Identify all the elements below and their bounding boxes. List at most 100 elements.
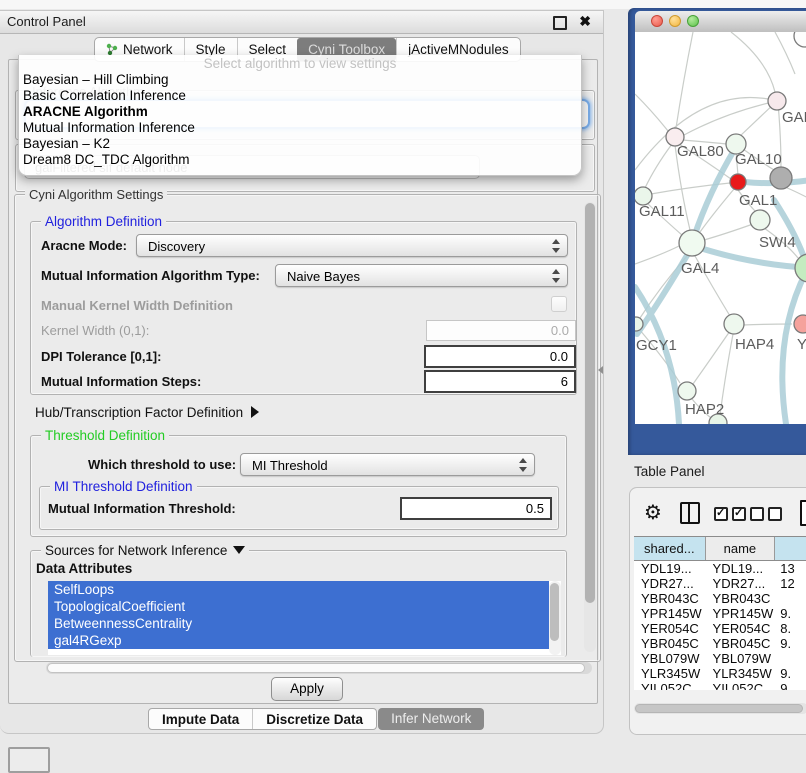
list-item[interactable]: SelfLoops <box>48 581 549 598</box>
select-all-columns-icon[interactable] <box>714 507 746 521</box>
node-label: HAP4 <box>735 336 774 353</box>
panel-divider-arrow[interactable] <box>598 366 603 374</box>
dpi-tolerance-label: DPI Tolerance [0,1]: <box>41 349 161 364</box>
manual-kernel-checkbox[interactable] <box>551 296 567 312</box>
cell-shared: YIL052C <box>634 681 706 690</box>
table-row[interactable]: YDL19...YDL19...13 <box>634 561 806 576</box>
dropdown-item-selected[interactable]: ARACNE Algorithm <box>23 104 577 120</box>
mi-steps-field[interactable]: 6 <box>424 370 576 393</box>
table-row[interactable]: YIL052CYIL052C9 <box>634 681 806 690</box>
column-header-shared-name[interactable]: shared... <box>634 537 706 560</box>
table-row[interactable]: YPR145WYPR145W9. <box>634 606 806 621</box>
hub-definition-label: Hub/Transcription Factor Definition <box>35 405 243 420</box>
float-window-icon[interactable] <box>553 16 567 30</box>
bottom-tab-group: Impute Data Discretize Data <box>148 708 377 730</box>
table-row[interactable]: YLR345WYLR345W9. <box>634 666 806 681</box>
cyni-settings-legend: Cyni Algorithm Settings <box>25 187 167 202</box>
node-gal2[interactable] <box>768 92 786 110</box>
minimized-panel-icon[interactable] <box>8 747 50 773</box>
data-attributes-list[interactable]: SelfLoops TopologicalCoefficient Between… <box>48 581 561 655</box>
node-label: GAL <box>782 109 806 126</box>
hub-definition-expander[interactable]: Hub/Transcription Factor Definition <box>35 405 259 420</box>
new-table-icon[interactable] <box>800 500 806 526</box>
dropdown-item[interactable]: Mutual Information Inference <box>23 120 577 136</box>
stepper-icon <box>552 268 561 284</box>
sources-legend: Sources for Network Inference <box>41 543 249 558</box>
column-header-partial[interactable] <box>775 537 806 560</box>
list-vertical-scrollbar[interactable] <box>549 581 561 655</box>
settings-vertical-scrollbar-thumb[interactable] <box>585 203 595 603</box>
cell-shared: YBR045C <box>634 636 706 651</box>
mi-algorithm-type-combo[interactable]: Naive Bayes <box>275 264 568 287</box>
node-hap2[interactable] <box>678 382 696 400</box>
minimize-traffic-light[interactable] <box>669 15 681 27</box>
threshold-definition-group: Threshold Definition Which threshold to … <box>30 435 567 537</box>
threshold-definition-legend: Threshold Definition <box>41 428 169 443</box>
column-header-name[interactable]: name <box>706 537 776 560</box>
node-partial-top[interactable] <box>794 32 806 47</box>
node-gal4[interactable] <box>679 230 705 256</box>
control-panel-titlebar: Control Panel ✖ <box>0 11 603 34</box>
settings-horizontal-scrollbar[interactable] <box>46 662 592 674</box>
node-gray[interactable] <box>770 167 792 189</box>
cell-name: YER054C <box>706 621 776 636</box>
table-horizontal-scrollbar[interactable] <box>634 703 806 714</box>
dropdown-item[interactable]: Bayesian – K2 <box>23 136 577 152</box>
settings-horizontal-scrollbar-thumb[interactable] <box>47 663 585 673</box>
cell-name: YBR043C <box>706 591 776 606</box>
which-threshold-combo[interactable]: MI Threshold <box>240 453 535 476</box>
algorithm-dropdown: Select algorithm to view settings Bayesi… <box>18 55 582 176</box>
gear-icon[interactable]: ⚙ <box>644 499 662 525</box>
columns-icon[interactable] <box>680 502 700 524</box>
node-swi4[interactable] <box>795 254 806 282</box>
list-vertical-scrollbar-thumb[interactable] <box>550 583 559 641</box>
close-traffic-light[interactable] <box>651 15 663 27</box>
apply-button[interactable]: Apply <box>271 677 343 701</box>
cell-shared: YBR043C <box>634 591 706 606</box>
dropdown-item[interactable]: Dream8 DC_TDC Algorithm <box>23 152 577 168</box>
zoom-traffic-light[interactable] <box>687 15 699 27</box>
node-gal1[interactable] <box>750 210 770 230</box>
deselect-all-columns-icon[interactable] <box>750 507 782 521</box>
which-threshold-value: MI Threshold <box>252 458 328 473</box>
cell-shared: YBL079W <box>634 651 706 666</box>
close-icon[interactable]: ✖ <box>579 13 591 30</box>
cell-shared: YDR27... <box>634 576 706 591</box>
kernel-width-field[interactable]: 0.0 <box>426 320 576 341</box>
settings-vertical-scrollbar[interactable] <box>584 202 596 652</box>
mi-threshold-label: Mutual Information Threshold: <box>48 501 236 516</box>
mi-type-label: Mutual Information Algorithm Type: <box>41 268 260 283</box>
aracne-mode-label: Aracne Mode: <box>41 238 127 253</box>
tab-infer-network[interactable]: Infer Network <box>378 708 484 730</box>
node-label: GAL4 <box>681 260 719 277</box>
expanded-arrow-icon <box>233 546 245 554</box>
cell-value: 9. <box>775 606 806 621</box>
tab-impute-data[interactable]: Impute Data <box>149 709 252 729</box>
dropdown-item[interactable]: Basic Correlation Inference <box>23 88 577 104</box>
table-horizontal-scrollbar-thumb[interactable] <box>635 704 803 713</box>
table-row[interactable]: YBR043CYBR043C <box>634 591 806 606</box>
node-label: HAP2 <box>685 401 724 418</box>
network-canvas[interactable]: GAL GAL80 GAL10 GAL1 GAL11 SWI4 GAL4 GCY… <box>635 32 806 424</box>
table-row[interactable]: YER054CYER054C8. <box>634 621 806 636</box>
table-body[interactable]: YDL19...YDL19...13 YDR27...YDR27...12 YB… <box>634 561 806 690</box>
cell-shared: YER054C <box>634 621 706 636</box>
table-row[interactable]: YBL079WYBL079W <box>634 651 806 666</box>
list-item[interactable]: gal4RGexp <box>48 632 549 649</box>
aracne-mode-combo[interactable]: Discovery <box>136 234 568 257</box>
node-gcy1[interactable] <box>635 317 643 331</box>
table-row[interactable]: YBR045CYBR045C9. <box>634 636 806 651</box>
list-item[interactable]: TopologicalCoefficient <box>48 598 549 615</box>
mi-threshold-field[interactable]: 0.5 <box>400 497 552 520</box>
mi-threshold-definition-group: MI Threshold Definition Mutual Informati… <box>39 486 559 530</box>
node-hap4[interactable] <box>724 314 744 334</box>
dpi-tolerance-field[interactable]: 0.0 <box>424 345 576 368</box>
sources-group: Sources for Network Inference Data Attri… <box>30 550 567 657</box>
node-red-selected[interactable] <box>730 174 746 190</box>
cell-value: 8. <box>775 621 806 636</box>
dropdown-item[interactable]: Bayesian – Hill Climbing <box>23 72 577 88</box>
node-salmon[interactable] <box>794 315 806 333</box>
tab-discretize-data[interactable]: Discretize Data <box>252 709 376 729</box>
list-item[interactable]: BetweennessCentrality <box>48 615 549 632</box>
table-row[interactable]: YDR27...YDR27...12 <box>634 576 806 591</box>
